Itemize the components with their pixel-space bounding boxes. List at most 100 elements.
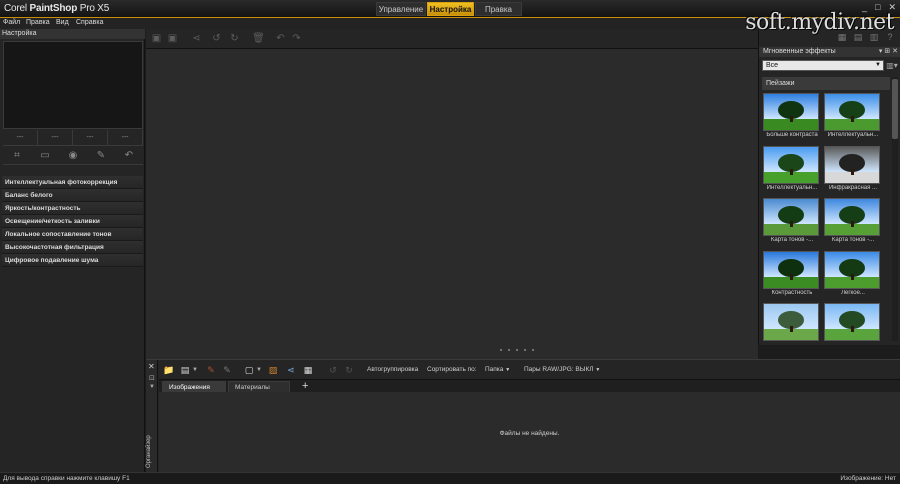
- organizer-side-bar: ✕ ⊡ ▼ Органайзер: [146, 360, 158, 473]
- preview-trunk: [790, 326, 793, 332]
- chevron-down-icon[interactable]: ▼: [192, 363, 198, 377]
- scrollbar-thumb[interactable]: [892, 79, 898, 139]
- preview-trunk: [851, 168, 854, 175]
- effect-filter-value: Все: [766, 62, 779, 69]
- effects-grid: Больше контраста Интеллектуальн... Интелле…: [762, 93, 890, 341]
- pin-icon[interactable]: ⊡: [149, 374, 155, 382]
- save-as-icon[interactable]: ▣: [166, 33, 179, 45]
- menu-file[interactable]: Файл: [3, 19, 20, 26]
- effect-label: Инфракрасная ...: [828, 184, 878, 191]
- effects-scrollbar[interactable]: [892, 77, 898, 341]
- chevron-down-icon: ▼: [875, 62, 881, 68]
- rotate-right-icon[interactable]: ↻: [343, 363, 355, 377]
- image-canvas[interactable]: [146, 49, 758, 359]
- raw-jpg-pairs-select[interactable]: Пары RAW/JPG: ВЫКЛ ▼: [524, 363, 600, 377]
- sort-by-label: Сортировать по:: [427, 366, 477, 373]
- adjustment-high-pass-sharpen[interactable]: Высокочастотная фильтрация: [2, 241, 143, 254]
- instant-effects-title: Мгновенные эффекты ▾ ⊞ ✕: [759, 47, 900, 57]
- mode-tab-manage[interactable]: Управление: [376, 2, 426, 16]
- menu-help[interactable]: Справка: [76, 19, 103, 26]
- edit-icon[interactable]: ✎: [205, 363, 217, 377]
- effect-thumbnail[interactable]: Легкое...: [823, 250, 883, 303]
- share-icon[interactable]: ⋖: [285, 363, 297, 377]
- import-icon[interactable]: ▨: [267, 363, 279, 377]
- info-cell: ---: [73, 130, 108, 146]
- add-tab-button[interactable]: +: [302, 380, 308, 392]
- info-cell: ---: [3, 130, 38, 146]
- close-icon[interactable]: ✕: [148, 362, 155, 371]
- effect-thumbnail[interactable]: Интеллектуальн...: [823, 93, 883, 145]
- effect-thumbnail[interactable]: Карта тонов -...: [823, 198, 883, 250]
- edit-icon-2[interactable]: ✎: [221, 363, 233, 377]
- effect-thumbnail[interactable]: [823, 303, 883, 341]
- sort-by-select[interactable]: Папка ▼: [485, 363, 510, 377]
- adjustment-digital-noise-removal[interactable]: Цифровое подавление шума: [2, 254, 143, 267]
- mode-tab-adjust[interactable]: Настройка: [427, 2, 474, 16]
- sort-by-value: Папка: [485, 366, 504, 373]
- panel-title-controls[interactable]: ▾ ⊞ ✕: [879, 47, 898, 57]
- effect-thumbnail[interactable]: Интеллектуальн...: [762, 145, 822, 198]
- panel-resize-grip[interactable]: [500, 349, 550, 355]
- chevron-down-icon[interactable]: ▼: [149, 384, 155, 390]
- effect-label: Интеллектуальн...: [827, 132, 879, 138]
- delete-icon[interactable]: 🗑: [252, 33, 265, 45]
- autogroup-button[interactable]: Автогруппировка: [367, 363, 418, 377]
- effect-category-header: Пейзажи: [762, 77, 890, 90]
- rotate-left-icon[interactable]: ↺: [327, 363, 339, 377]
- clone-icon[interactable]: ✎: [94, 150, 108, 162]
- adjustment-local-tone-mapping[interactable]: Локальное сопоставление тонов: [2, 228, 143, 241]
- adjustment-brightness-contrast[interactable]: Яркость/контрастность: [2, 202, 143, 215]
- tab-images[interactable]: Изображения (0): [162, 381, 226, 402]
- adjustment-white-balance[interactable]: Баланс белого: [2, 189, 143, 202]
- red-eye-icon[interactable]: ◉: [66, 150, 80, 162]
- view-icon[interactable]: ▢: [243, 363, 255, 377]
- crop-icon[interactable]: ⌗: [10, 150, 24, 162]
- effect-preview-image: [824, 250, 880, 289]
- info-cell: ---: [108, 130, 143, 146]
- empty-message: Файлы не найдены.: [499, 430, 560, 437]
- tab-materials[interactable]: Материалы: [228, 381, 290, 392]
- organizer-content[interactable]: Файлы не найдены.: [159, 392, 900, 473]
- slideshow-icon[interactable]: ▦: [302, 363, 314, 377]
- rotate-left-icon[interactable]: ↺: [210, 33, 223, 45]
- document-icon[interactable]: ▤: [179, 363, 191, 377]
- effect-label: Карта тонов -...: [770, 237, 814, 243]
- effect-thumbnail[interactable]: Инфракрасная ...: [823, 145, 883, 198]
- grip-dot: [508, 349, 510, 351]
- effect-label: Контрастность: [771, 289, 813, 296]
- browse-folders-icon[interactable]: 📁: [163, 363, 175, 377]
- chevron-down-icon[interactable]: ▼: [256, 363, 262, 377]
- effect-thumbnail[interactable]: [762, 303, 822, 341]
- straighten-icon[interactable]: ▭: [38, 150, 52, 162]
- info-cell: ---: [38, 130, 73, 146]
- preview-trunk: [790, 168, 793, 175]
- raw-jpg-pairs-value: Пары RAW/JPG: ВЫКЛ: [524, 366, 594, 373]
- effect-preview-image: [763, 145, 819, 184]
- save-icon[interactable]: ▣: [150, 33, 163, 45]
- rotate-right-icon[interactable]: ↻: [228, 33, 241, 45]
- menu-edit[interactable]: Правка: [26, 19, 50, 26]
- adjustment-fill-light-clarity[interactable]: Освещение/четкость заливки: [2, 215, 143, 228]
- effect-label: Легкое...: [841, 289, 865, 296]
- rotate-icon[interactable]: ↶: [122, 150, 136, 162]
- preview-trunk: [790, 221, 793, 227]
- menu-view[interactable]: Вид: [56, 19, 69, 26]
- undo-icon[interactable]: ↶: [274, 33, 287, 45]
- status-bar: Для вывода справки нажмите клавишу F1 Из…: [0, 472, 900, 484]
- effect-preview-image: [763, 250, 819, 289]
- redo-icon[interactable]: ↷: [290, 33, 303, 45]
- main-toolbar: ▣ ▣ ⋖ ↺ ↻ 🗑 ↶ ↷: [146, 29, 758, 49]
- effect-preview-image: [763, 198, 819, 236]
- preview-trunk: [790, 273, 793, 280]
- adjustment-smart-photo-fix[interactable]: Интеллектуальная фотокоррекция: [2, 176, 143, 189]
- mode-tab-edit[interactable]: Правка: [475, 2, 522, 16]
- effect-thumbnail[interactable]: Контрастность: [762, 250, 822, 303]
- grip-dot: [500, 349, 502, 351]
- preview-trunk: [790, 116, 793, 122]
- view-mode-icon[interactable]: ▥▾: [886, 60, 898, 71]
- share-icon[interactable]: ⋖: [190, 33, 203, 45]
- effect-filter-select[interactable]: Все ▼: [762, 60, 884, 71]
- effect-thumbnail[interactable]: Больше контраста: [762, 93, 822, 145]
- adjust-panel: Настройка --- --- --- --- ⌗ ▭ ◉ ✎ ↶ Инте…: [0, 29, 145, 472]
- effect-thumbnail[interactable]: Карта тонов -...: [762, 198, 822, 250]
